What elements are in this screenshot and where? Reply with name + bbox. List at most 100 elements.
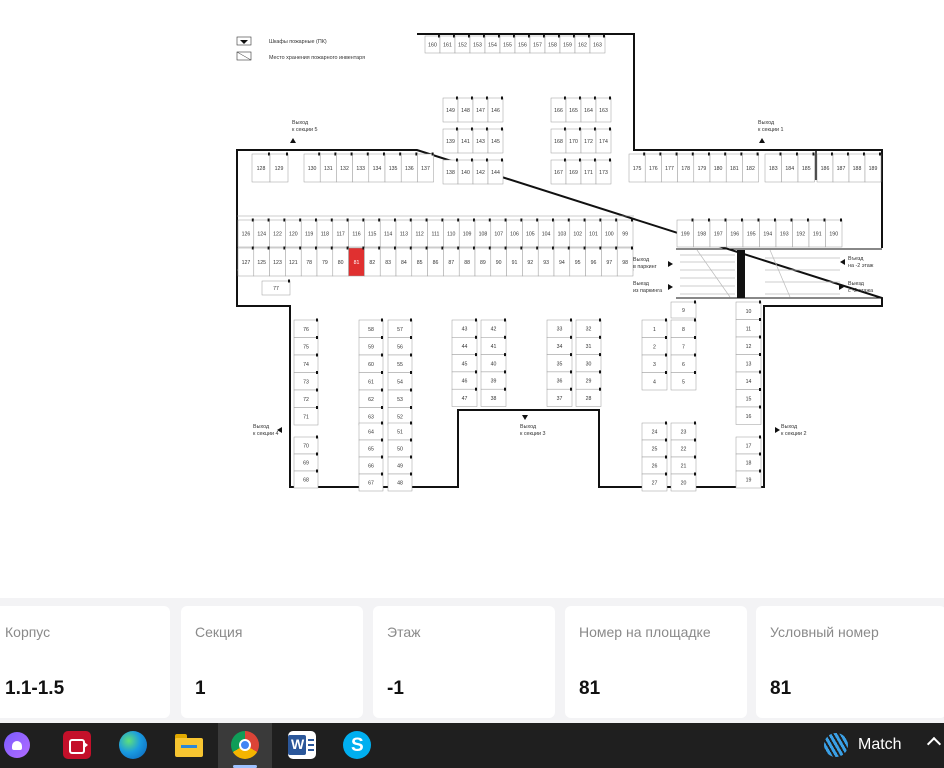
parking-spot-174[interactable]: 174 [595, 127, 612, 154]
parking-spot-96[interactable]: 96 [585, 246, 602, 277]
parking-spot-100[interactable]: 100 [601, 218, 618, 248]
parking-spot-82[interactable]: 82 [364, 246, 381, 277]
parking-spot-18[interactable]: 18 [735, 452, 762, 472]
parking-spot-194[interactable]: 194 [759, 218, 777, 248]
parking-spot-37[interactable]: 37 [546, 387, 573, 407]
parking-spot-9[interactable]: 9 [670, 300, 697, 319]
weather-widget-label[interactable]: Match [858, 736, 902, 754]
parking-spot-83[interactable]: 83 [379, 246, 397, 277]
parking-spot-69[interactable]: 69 [293, 452, 319, 472]
parking-spot-149[interactable]: 149 [442, 96, 459, 123]
parking-spot-112[interactable]: 112 [411, 218, 428, 248]
parking-spot-134[interactable]: 134 [368, 152, 386, 183]
parking-spot-188[interactable]: 188 [848, 152, 866, 183]
parking-spot-115[interactable]: 115 [364, 218, 381, 248]
parking-spot-160[interactable]: 160 [424, 34, 441, 54]
parking-spot-54[interactable]: 54 [387, 371, 413, 391]
parking-spot-74[interactable]: 74 [293, 353, 319, 373]
parking-spot-70[interactable]: 70 [293, 435, 319, 455]
parking-spot-45[interactable]: 45 [451, 353, 478, 373]
parking-spot-191[interactable]: 191 [808, 218, 826, 248]
parking-spot-40[interactable]: 40 [480, 353, 507, 373]
parking-spot-65[interactable]: 65 [358, 438, 384, 458]
parking-spot-168[interactable]: 168 [550, 127, 567, 154]
parking-spot-59[interactable]: 59 [358, 336, 384, 356]
parking-spot-103[interactable]: 103 [553, 218, 571, 248]
parking-spot-19[interactable]: 19 [735, 469, 762, 489]
parking-spot-139[interactable]: 139 [442, 127, 459, 154]
parking-spot-80[interactable]: 80 [332, 246, 349, 277]
parking-spot-42[interactable]: 42 [480, 318, 507, 338]
parking-spot-6[interactable]: 6 [670, 353, 697, 373]
parking-spot-132[interactable]: 132 [336, 152, 353, 183]
parking-spot-15[interactable]: 15 [735, 388, 762, 408]
parking-spot-13[interactable]: 13 [735, 353, 762, 373]
parking-spot-44[interactable]: 44 [451, 335, 478, 355]
parking-spot-25[interactable]: 25 [641, 438, 668, 458]
parking-spot-135[interactable]: 135 [384, 152, 402, 183]
parking-spot-84[interactable]: 84 [395, 246, 413, 277]
parking-spot-111[interactable]: 111 [427, 218, 444, 248]
assistant-icon[interactable] [4, 732, 30, 758]
parking-spot-126[interactable]: 126 [237, 218, 255, 248]
edge-browser-icon[interactable] [119, 731, 147, 759]
parking-spot-17[interactable]: 17 [735, 435, 762, 455]
parking-spot-92[interactable]: 92 [522, 246, 539, 277]
parking-spot-185[interactable]: 185 [797, 152, 815, 183]
parking-floor-plan[interactable]: 160 161 152 153 154 155 156 157 158 159 162 163149 1… [0, 0, 944, 598]
parking-spot-114[interactable]: 114 [379, 218, 397, 248]
parking-spot-133[interactable]: 133 [352, 152, 370, 183]
parking-spot-175[interactable]: 175 [628, 152, 646, 183]
parking-spot-172[interactable]: 172 [580, 127, 597, 154]
parking-spot-58[interactable]: 58 [358, 318, 384, 338]
parking-spot-187[interactable]: 187 [832, 152, 850, 183]
parking-spot-109[interactable]: 109 [458, 218, 476, 248]
parking-spot-4[interactable]: 4 [641, 371, 668, 391]
parking-spot-81[interactable]: 81 [348, 246, 365, 277]
parking-spot-71[interactable]: 71 [293, 406, 319, 426]
parking-spot-98[interactable]: 98 [616, 246, 634, 277]
parking-spot-29[interactable]: 29 [575, 370, 602, 390]
parking-spot-165[interactable]: 165 [565, 96, 582, 123]
parking-spot-190[interactable]: 190 [825, 218, 843, 248]
parking-spot-30[interactable]: 30 [575, 353, 602, 373]
parking-spot-110[interactable]: 110 [443, 218, 460, 248]
parking-spot-170[interactable]: 170 [565, 127, 582, 154]
parking-spot-183[interactable]: 183 [764, 152, 782, 183]
parking-spot-145[interactable]: 145 [487, 127, 504, 154]
parking-spot-169[interactable]: 169 [565, 158, 582, 185]
parking-spot-60[interactable]: 60 [358, 353, 384, 373]
parking-spot-141[interactable]: 141 [457, 127, 474, 154]
parking-spot-16[interactable]: 16 [735, 405, 762, 425]
parking-spot-27[interactable]: 27 [641, 472, 668, 492]
parking-spot-2[interactable]: 2 [641, 336, 668, 356]
parking-spot-55[interactable]: 55 [387, 353, 413, 373]
parking-spot-177[interactable]: 177 [661, 152, 678, 183]
parking-spot-26[interactable]: 26 [641, 455, 668, 475]
parking-spot-94[interactable]: 94 [553, 246, 571, 277]
parking-spot-3[interactable]: 3 [641, 353, 668, 373]
parking-spot-123[interactable]: 123 [269, 246, 286, 277]
parking-spot-153[interactable]: 153 [469, 34, 486, 54]
parking-spot-173[interactable]: 173 [595, 158, 612, 185]
weather-widget-icon[interactable] [824, 733, 848, 757]
parking-spot-159[interactable]: 159 [559, 34, 576, 54]
parking-spot-125[interactable]: 125 [253, 246, 270, 277]
parking-spot-95[interactable]: 95 [569, 246, 586, 277]
parking-spot-144[interactable]: 144 [487, 158, 504, 185]
parking-spot-101[interactable]: 101 [585, 218, 602, 248]
parking-spot-73[interactable]: 73 [293, 371, 319, 391]
parking-spot-164[interactable]: 164 [580, 96, 597, 123]
parking-spot-36[interactable]: 36 [546, 370, 573, 390]
parking-spot-57[interactable]: 57 [387, 318, 413, 338]
parking-spot-11[interactable]: 11 [735, 318, 762, 338]
parking-spot-97[interactable]: 97 [601, 246, 618, 277]
parking-spot-28[interactable]: 28 [575, 387, 602, 407]
parking-spot-143[interactable]: 143 [472, 127, 489, 154]
parking-spot-76[interactable]: 76 [293, 318, 319, 338]
parking-spot-14[interactable]: 14 [735, 370, 762, 390]
parking-spot-79[interactable]: 79 [316, 246, 334, 277]
parking-spot-193[interactable]: 193 [775, 218, 793, 248]
parking-spot-99[interactable]: 99 [616, 218, 634, 248]
parking-spot-102[interactable]: 102 [569, 218, 586, 248]
